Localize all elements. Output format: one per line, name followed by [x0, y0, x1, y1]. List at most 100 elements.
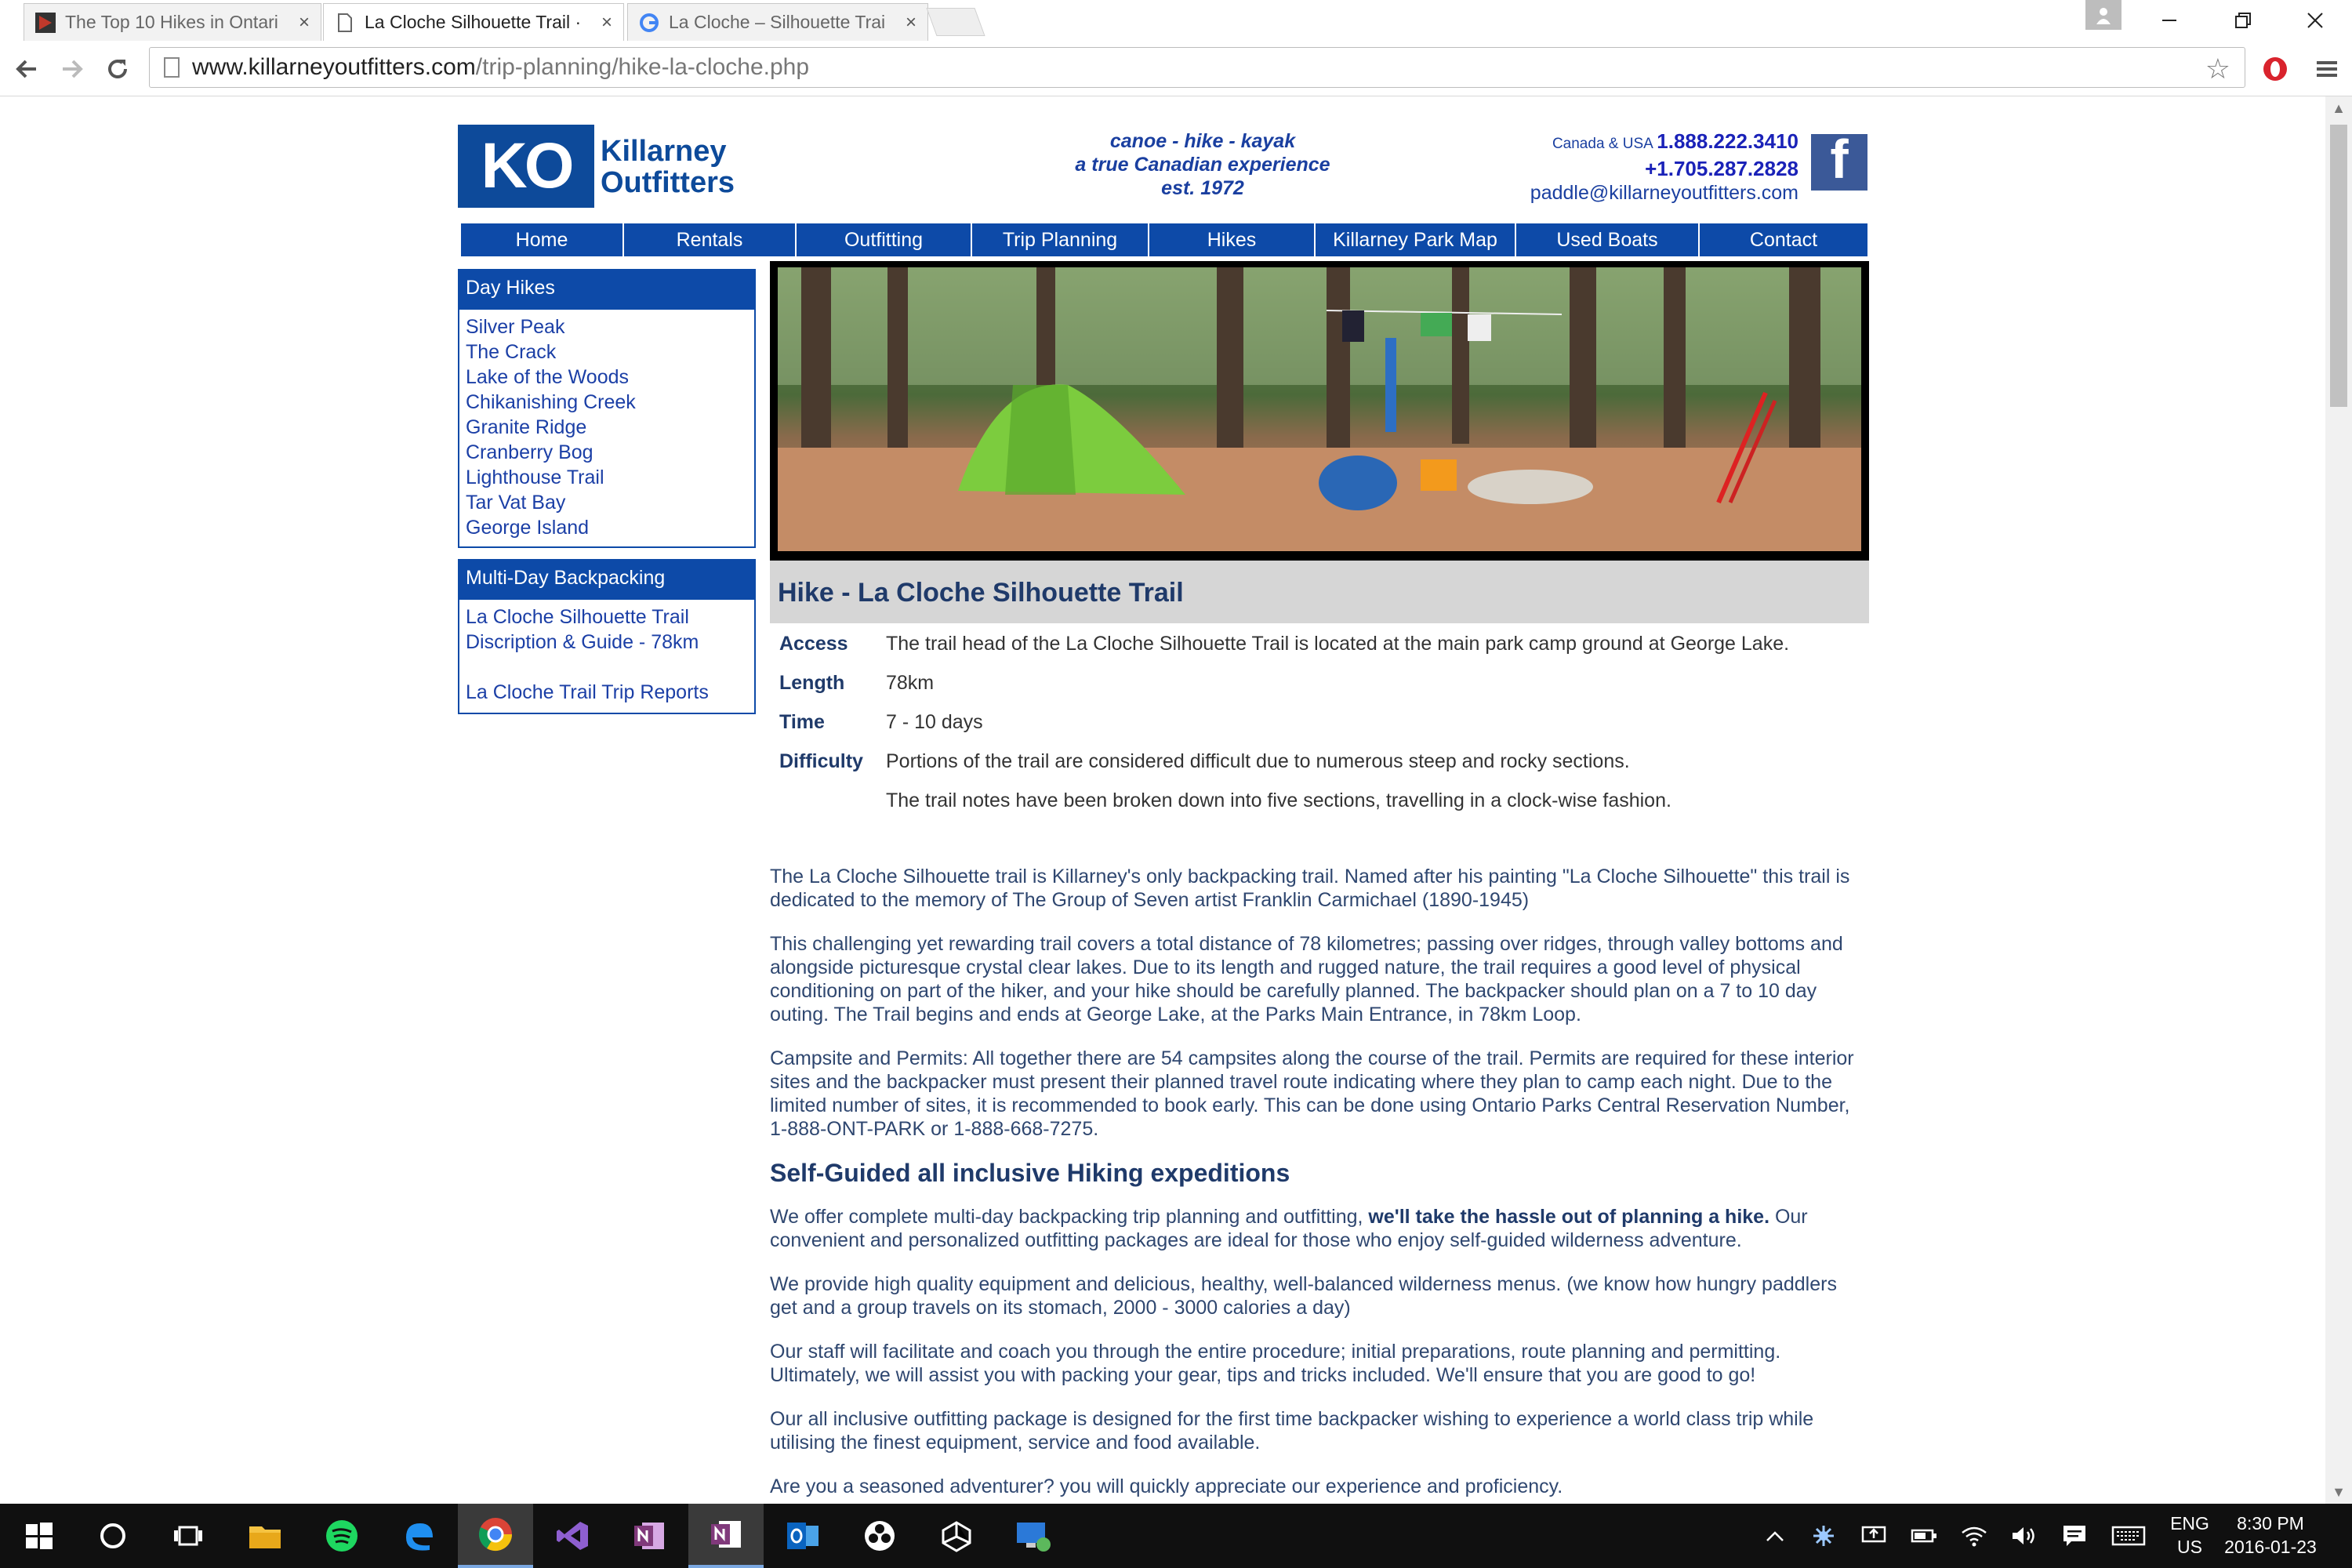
chrome-taskbar-icon[interactable] [458, 1504, 533, 1568]
minimize-icon[interactable] [2132, 0, 2206, 41]
nav-hikes[interactable]: Hikes [1149, 223, 1316, 256]
battery-icon[interactable] [1908, 1504, 1940, 1568]
fact-label: Length [779, 672, 845, 694]
onenote-icon[interactable] [612, 1504, 687, 1568]
unity-icon[interactable] [919, 1504, 994, 1568]
email-link[interactable]: paddle@killarneyoutfitters.com [1422, 181, 1798, 205]
phone-local[interactable]: +1.705.287.2828 [1422, 157, 1798, 181]
sidebar-link-lighthouse-trail[interactable]: Lighthouse Trail [466, 465, 748, 490]
touch-keyboard-icon[interactable] [2109, 1504, 2148, 1568]
section-heading: Self-Guided all inclusive Hiking expedit… [770, 1159, 1290, 1187]
contact-region: Canada & USA [1552, 136, 1653, 152]
bookmark-star-icon[interactable]: ☆ [2205, 53, 2230, 85]
multi-day-heading: Multi-Day Backpacking [459, 561, 754, 600]
sidebar-link-george-island[interactable]: George Island [466, 515, 748, 540]
paragraph-description: This challenging yet rewarding trail cov… [770, 933, 1843, 1025]
page-scrollbar[interactable]: ▲ ▼ [2325, 96, 2352, 1504]
tray-display-icon[interactable] [1858, 1504, 1889, 1568]
outlook-icon[interactable] [765, 1504, 840, 1568]
task-view-icon[interactable] [151, 1504, 226, 1568]
scroll-up-arrow-icon[interactable]: ▲ [2325, 96, 2352, 120]
back-arrow-icon[interactable] [9, 52, 44, 86]
fact-label: Difficulty [779, 750, 863, 772]
day-hikes-box: Day Hikes Silver Peak The Crack Lake of … [458, 269, 756, 548]
google-icon [640, 13, 659, 32]
menu-hamburger-icon[interactable] [2310, 52, 2344, 86]
fact-row-length: Length 78km [779, 672, 1861, 711]
restore-icon[interactable] [2206, 0, 2280, 41]
windows-start-icon[interactable] [2, 1504, 77, 1568]
sidebar-link-silver-peak[interactable]: Silver Peak [466, 314, 748, 339]
scroll-thumb[interactable] [2330, 125, 2347, 407]
visual-studio-icon[interactable] [535, 1504, 610, 1568]
page-info-icon[interactable] [164, 57, 180, 78]
sidebar-link-la-cloche-trail[interactable]: La Cloche Silhouette Trail [466, 604, 748, 630]
logo-name: Killarney Outfitters [601, 135, 735, 199]
tab-title: La Cloche – Silhouette Trai [669, 12, 886, 32]
clock-time: 8:30 PM [2237, 1513, 2304, 1534]
url-path: /trip-planning/hike-la-cloche.php [475, 54, 810, 80]
url-host: www.killarneyoutfitters.com [192, 54, 476, 80]
spotify-icon[interactable] [304, 1504, 379, 1568]
windows-taskbar: ENG US 8:30 PM 2016-01-23 [0, 1504, 2352, 1568]
reload-icon[interactable] [100, 52, 135, 86]
sidebar-link-lake-of-the-woods[interactable]: Lake of the Woods [466, 365, 748, 390]
tab-la-cloche-silhouette[interactable]: La Cloche Silhouette Trail · × [323, 3, 624, 41]
tab-top-10-hikes[interactable]: The Top 10 Hikes in Ontari × [24, 3, 321, 41]
nav-home[interactable]: Home [461, 223, 624, 256]
site-logo[interactable]: KO Killarney Outfitters [458, 125, 756, 208]
forward-arrow-icon[interactable] [55, 52, 89, 86]
app-flower-icon[interactable] [842, 1504, 917, 1568]
sidebar-link-description-guide[interactable]: Discription & Guide - 78km [466, 630, 748, 655]
address-bar[interactable]: www.killarneyoutfitters.com/trip-plannin… [149, 47, 2245, 88]
tab-close-icon[interactable]: × [601, 12, 612, 34]
fact-value: The trail notes have been broken down in… [886, 789, 1671, 811]
onenote-active-icon[interactable] [688, 1504, 764, 1568]
profile-icon[interactable] [2085, 0, 2122, 30]
new-tab-button[interactable] [926, 8, 985, 36]
nav-used-boats[interactable]: Used Boats [1516, 223, 1700, 256]
file-explorer-icon[interactable] [227, 1504, 303, 1568]
edge-icon[interactable] [381, 1504, 456, 1568]
nav-rentals[interactable]: Rentals [624, 223, 797, 256]
facebook-icon[interactable]: f [1811, 134, 1867, 191]
cortana-search-icon[interactable] [75, 1504, 151, 1568]
tray-app-icon[interactable] [1808, 1504, 1839, 1568]
page-viewport: KO Killarney Outfitters canoe - hike - k… [0, 96, 2325, 1504]
taskbar-clock[interactable]: 8:30 PM 2016-01-23 [2223, 1512, 2318, 1559]
contact-block: Canada & USA 1.888.222.3410 +1.705.287.2… [1422, 129, 1798, 205]
tab-google-la-cloche[interactable]: La Cloche – Silhouette Trai × [627, 3, 928, 41]
phone-tollfree[interactable]: 1.888.222.3410 [1657, 129, 1798, 153]
input-language-indicator[interactable]: ENG US [2164, 1512, 2216, 1559]
nav-trip-planning[interactable]: Trip Planning [972, 223, 1149, 256]
sidebar-link-chikanishing-creek[interactable]: Chikanishing Creek [466, 390, 748, 415]
paragraph-offer: We offer complete multi-day backpacking … [770, 1206, 1808, 1251]
fact-label: Time [779, 711, 825, 733]
tab-close-icon[interactable]: × [906, 12, 916, 34]
paragraph-staff: Our staff will facilitate and coach you … [770, 1341, 1781, 1386]
scroll-down-arrow-icon[interactable]: ▼ [2325, 1480, 2352, 1504]
fact-row-difficulty: Difficulty Portions of the trail are con… [779, 750, 1861, 789]
sidebar-link-trip-reports[interactable]: La Cloche Trail Trip Reports [466, 680, 748, 705]
paragraph-equipment: We provide high quality equipment and de… [770, 1273, 1837, 1319]
sidebar-link-cranberry-bog[interactable]: Cranberry Bog [466, 440, 748, 465]
opera-extension-icon[interactable] [2258, 52, 2292, 86]
nav-contact[interactable]: Contact [1700, 223, 1867, 256]
action-center-icon[interactable] [2059, 1504, 2090, 1568]
remote-desktop-icon[interactable] [996, 1504, 1071, 1568]
nav-park-map[interactable]: Killarney Park Map [1316, 223, 1516, 256]
sidebar-link-the-crack[interactable]: The Crack [466, 339, 748, 365]
tab-close-icon[interactable]: × [299, 12, 310, 34]
main-nav: Home Rentals Outfitting Trip Planning Hi… [461, 223, 1867, 256]
sidebar-link-granite-ridge[interactable]: Granite Ridge [466, 415, 748, 440]
tab-title: The Top 10 Hikes in Ontari [65, 12, 278, 32]
volume-icon[interactable] [2009, 1504, 2040, 1568]
sidebar-link-tar-vat-bay[interactable]: Tar Vat Bay [466, 490, 748, 515]
nav-outfitting[interactable]: Outfitting [797, 223, 972, 256]
close-window-icon[interactable] [2278, 0, 2352, 41]
show-hidden-icons-chevron-icon[interactable] [1759, 1504, 1791, 1568]
article-body: The La Cloche Silhouette trail is Killar… [770, 865, 1869, 1504]
wifi-icon[interactable] [1958, 1504, 1990, 1568]
site-tagline: canoe - hike - kayak a true Canadian exp… [1007, 129, 1399, 200]
paragraph-intro: The La Cloche Silhouette trail is Killar… [770, 866, 1850, 911]
